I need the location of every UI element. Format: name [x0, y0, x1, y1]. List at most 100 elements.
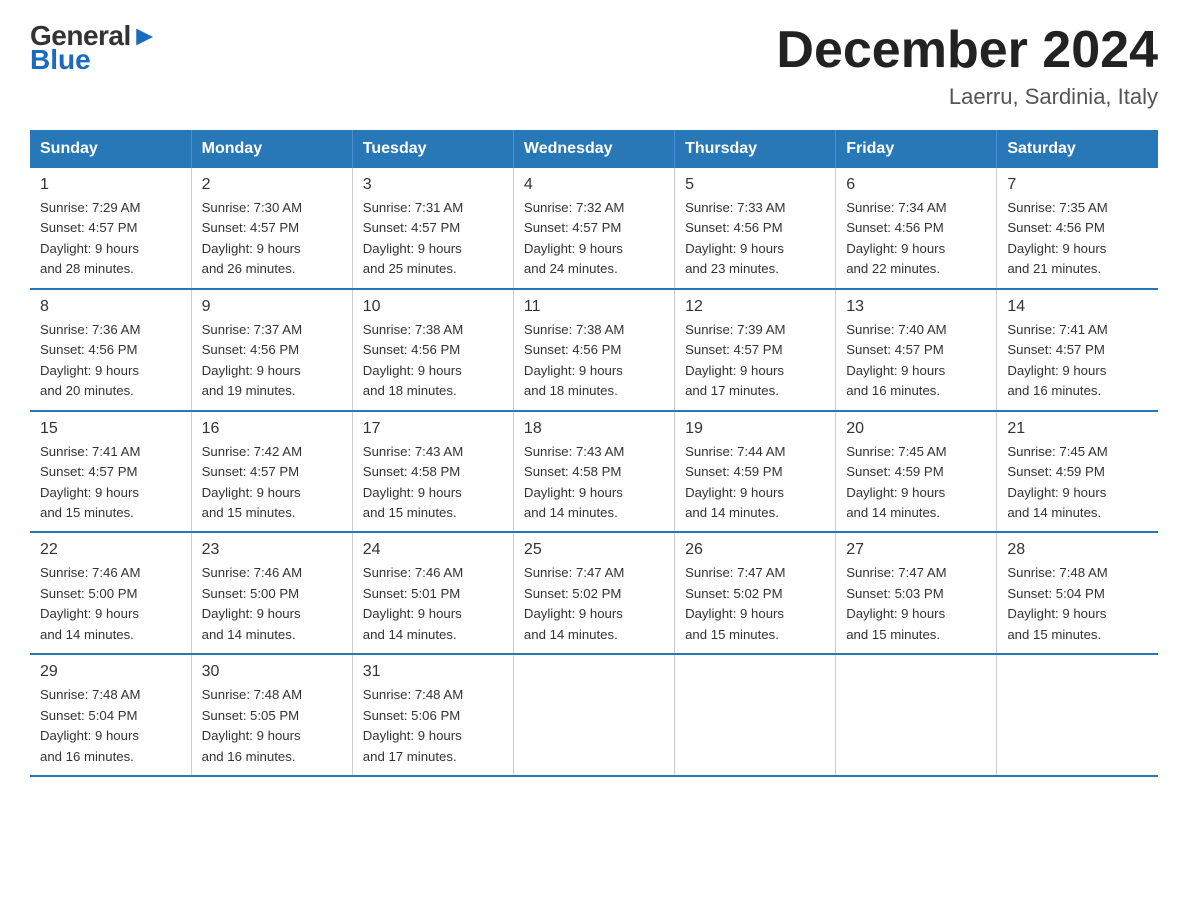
weekday-header-tuesday: Tuesday [352, 130, 513, 168]
day-info: Sunrise: 7:47 AMSunset: 5:03 PMDaylight:… [846, 563, 986, 645]
day-cell: 3 Sunrise: 7:31 AMSunset: 4:57 PMDaylight… [352, 168, 513, 289]
day-number: 11 [524, 298, 664, 316]
day-info: Sunrise: 7:38 AMSunset: 4:56 PMDaylight:… [524, 320, 664, 402]
day-info: Sunrise: 7:47 AMSunset: 5:02 PMDaylight:… [685, 563, 825, 645]
month-title: December 2024 [776, 20, 1158, 80]
day-cell: 25 Sunrise: 7:47 AMSunset: 5:02 PMDayligh… [513, 532, 674, 654]
day-info: Sunrise: 7:40 AMSunset: 4:57 PMDaylight:… [846, 320, 986, 402]
weekday-header-thursday: Thursday [675, 130, 836, 168]
day-number: 1 [40, 176, 181, 194]
day-cell: 24 Sunrise: 7:46 AMSunset: 5:01 PMDayligh… [352, 532, 513, 654]
day-info: Sunrise: 7:45 AMSunset: 4:59 PMDaylight:… [846, 442, 986, 524]
day-info: Sunrise: 7:42 AMSunset: 4:57 PMDaylight:… [202, 442, 342, 524]
day-info: Sunrise: 7:46 AMSunset: 5:00 PMDaylight:… [202, 563, 342, 645]
day-cell: 9 Sunrise: 7:37 AMSunset: 4:56 PMDaylight… [191, 289, 352, 411]
day-info: Sunrise: 7:33 AMSunset: 4:56 PMDaylight:… [685, 198, 825, 280]
day-info: Sunrise: 7:30 AMSunset: 4:57 PMDaylight:… [202, 198, 342, 280]
day-info: Sunrise: 7:41 AMSunset: 4:57 PMDaylight:… [40, 442, 181, 524]
day-cell: 21 Sunrise: 7:45 AMSunset: 4:59 PMDayligh… [997, 411, 1158, 533]
day-info: Sunrise: 7:34 AMSunset: 4:56 PMDaylight:… [846, 198, 986, 280]
day-info: Sunrise: 7:47 AMSunset: 5:02 PMDaylight:… [524, 563, 664, 645]
day-cell: 15 Sunrise: 7:41 AMSunset: 4:57 PMDayligh… [30, 411, 191, 533]
day-cell: 31 Sunrise: 7:48 AMSunset: 5:06 PMDayligh… [352, 654, 513, 776]
week-row-3: 15 Sunrise: 7:41 AMSunset: 4:57 PMDayligh… [30, 411, 1158, 533]
day-cell: 20 Sunrise: 7:45 AMSunset: 4:59 PMDayligh… [836, 411, 997, 533]
day-number: 20 [846, 420, 986, 438]
day-number: 30 [202, 663, 342, 681]
day-cell [997, 654, 1158, 776]
week-row-2: 8Sunrise: 7:36 AMSunset: 4:56 PMDaylight… [30, 289, 1158, 411]
day-cell: 14 Sunrise: 7:41 AMSunset: 4:57 PMDayligh… [997, 289, 1158, 411]
day-cell: 28 Sunrise: 7:48 AMSunset: 5:04 PMDayligh… [997, 532, 1158, 654]
day-number: 10 [363, 298, 503, 316]
day-number: 31 [363, 663, 503, 681]
day-number: 18 [524, 420, 664, 438]
day-cell: 26Sunrise: 7:47 AMSunset: 5:02 PMDayligh… [675, 532, 836, 654]
logo: General► Blue [30, 20, 158, 76]
day-info: Sunrise: 7:45 AMSunset: 4:59 PMDaylight:… [1007, 442, 1148, 524]
day-number: 23 [202, 541, 342, 559]
day-number: 21 [1007, 420, 1148, 438]
day-info: Sunrise: 7:48 AMSunset: 5:06 PMDaylight:… [363, 685, 503, 767]
day-info: Sunrise: 7:31 AMSunset: 4:57 PMDaylight:… [363, 198, 503, 280]
day-number: 7 [1007, 176, 1148, 194]
day-info: Sunrise: 7:29 AMSunset: 4:57 PMDaylight:… [40, 198, 181, 280]
day-info: Sunrise: 7:39 AMSunset: 4:57 PMDaylight:… [685, 320, 825, 402]
day-info: Sunrise: 7:43 AMSunset: 4:58 PMDaylight:… [524, 442, 664, 524]
day-cell: 11 Sunrise: 7:38 AMSunset: 4:56 PMDayligh… [513, 289, 674, 411]
day-number: 6 [846, 176, 986, 194]
weekday-header-monday: Monday [191, 130, 352, 168]
week-row-5: 29Sunrise: 7:48 AMSunset: 5:04 PMDayligh… [30, 654, 1158, 776]
day-cell: 7 Sunrise: 7:35 AMSunset: 4:56 PMDaylight… [997, 168, 1158, 289]
weekday-header-sunday: Sunday [30, 130, 191, 168]
day-cell: 6 Sunrise: 7:34 AMSunset: 4:56 PMDaylight… [836, 168, 997, 289]
day-number: 28 [1007, 541, 1148, 559]
day-number: 22 [40, 541, 181, 559]
day-number: 14 [1007, 298, 1148, 316]
weekday-header-saturday: Saturday [997, 130, 1158, 168]
day-cell: 2Sunrise: 7:30 AMSunset: 4:57 PMDaylight… [191, 168, 352, 289]
day-info: Sunrise: 7:43 AMSunset: 4:58 PMDaylight:… [363, 442, 503, 524]
day-cell: 23 Sunrise: 7:46 AMSunset: 5:00 PMDayligh… [191, 532, 352, 654]
day-cell: 12 Sunrise: 7:39 AMSunset: 4:57 PMDayligh… [675, 289, 836, 411]
day-info: Sunrise: 7:44 AMSunset: 4:59 PMDaylight:… [685, 442, 825, 524]
day-cell [836, 654, 997, 776]
day-number: 15 [40, 420, 181, 438]
day-number: 25 [524, 541, 664, 559]
day-cell: 5 Sunrise: 7:33 AMSunset: 4:56 PMDaylight… [675, 168, 836, 289]
day-number: 29 [40, 663, 181, 681]
calendar-table: SundayMondayTuesdayWednesdayThursdayFrid… [30, 130, 1158, 777]
day-cell [513, 654, 674, 776]
day-cell: 19 Sunrise: 7:44 AMSunset: 4:59 PMDayligh… [675, 411, 836, 533]
day-info: Sunrise: 7:46 AMSunset: 5:00 PMDaylight:… [40, 563, 181, 645]
location: Laerru, Sardinia, Italy [776, 84, 1158, 110]
day-cell [675, 654, 836, 776]
day-number: 19 [685, 420, 825, 438]
day-info: Sunrise: 7:41 AMSunset: 4:57 PMDaylight:… [1007, 320, 1148, 402]
weekday-header-friday: Friday [836, 130, 997, 168]
day-cell: 13 Sunrise: 7:40 AMSunset: 4:57 PMDayligh… [836, 289, 997, 411]
day-cell: 8Sunrise: 7:36 AMSunset: 4:56 PMDaylight… [30, 289, 191, 411]
day-cell: 27 Sunrise: 7:47 AMSunset: 5:03 PMDayligh… [836, 532, 997, 654]
day-number: 5 [685, 176, 825, 194]
page-header: General► Blue December 2024 Laerru, Sard… [30, 20, 1158, 110]
day-number: 13 [846, 298, 986, 316]
day-cell: 1 Sunrise: 7:29 AMSunset: 4:57 PMDaylight… [30, 168, 191, 289]
day-cell: 30Sunrise: 7:48 AMSunset: 5:05 PMDayligh… [191, 654, 352, 776]
day-info: Sunrise: 7:48 AMSunset: 5:04 PMDaylight:… [1007, 563, 1148, 645]
day-cell: 29Sunrise: 7:48 AMSunset: 5:04 PMDayligh… [30, 654, 191, 776]
day-info: Sunrise: 7:46 AMSunset: 5:01 PMDaylight:… [363, 563, 503, 645]
day-number: 12 [685, 298, 825, 316]
day-number: 27 [846, 541, 986, 559]
day-cell: 17Sunrise: 7:43 AMSunset: 4:58 PMDayligh… [352, 411, 513, 533]
week-row-4: 22 Sunrise: 7:46 AMSunset: 5:00 PMDayligh… [30, 532, 1158, 654]
day-number: 24 [363, 541, 503, 559]
day-cell: 10Sunrise: 7:38 AMSunset: 4:56 PMDayligh… [352, 289, 513, 411]
day-cell: 16Sunrise: 7:42 AMSunset: 4:57 PMDayligh… [191, 411, 352, 533]
day-info: Sunrise: 7:35 AMSunset: 4:56 PMDaylight:… [1007, 198, 1148, 280]
day-info: Sunrise: 7:32 AMSunset: 4:57 PMDaylight:… [524, 198, 664, 280]
day-info: Sunrise: 7:37 AMSunset: 4:56 PMDaylight:… [202, 320, 342, 402]
day-number: 3 [363, 176, 503, 194]
title-block: December 2024 Laerru, Sardinia, Italy [776, 20, 1158, 110]
day-number: 9 [202, 298, 342, 316]
